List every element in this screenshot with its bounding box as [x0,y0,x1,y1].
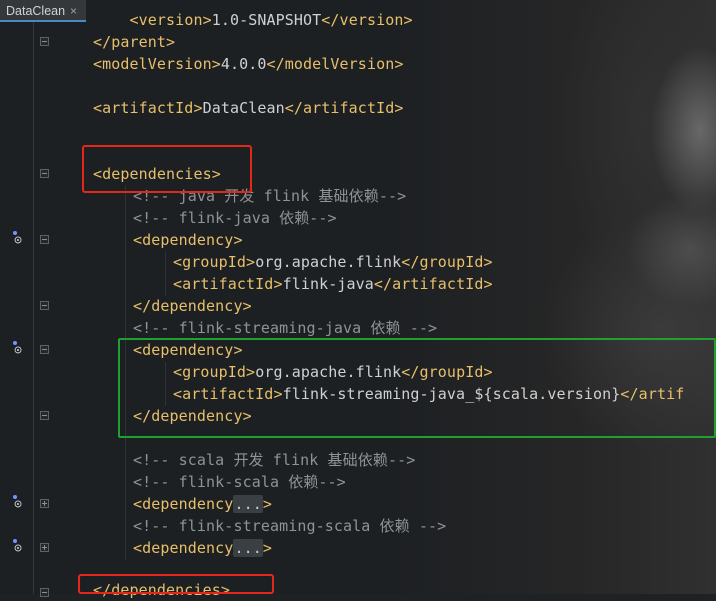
fold-marker-icon[interactable] [40,235,49,244]
code-comment: <!-- scala 开发 flink 基础依赖--> [133,451,416,469]
code-line-dependency-close: </dependency> [133,297,252,315]
code-comment: <!-- flink-streaming-scala 依赖 --> [133,517,447,535]
code-line-dependency-folded[interactable]: <dependency...> [133,537,272,559]
editor-tab-bar: DataClean × [0,0,716,22]
code-comment: <!-- flink-streaming-java 依赖 --> [133,319,438,337]
editor-background-image [0,0,716,594]
file-tab-dataclean[interactable]: DataClean × [0,0,86,22]
code-line-group-id: <groupId>org.apache.flink</groupId> [173,253,493,271]
code-line-artifact-id: <artifactId>flink-java</artifactId> [173,275,493,293]
code-comment: <!-- flink-scala 依赖--> [133,473,346,491]
fold-expand-icon[interactable] [40,499,49,508]
line-number-fragment [0,58,4,70]
highlight-box-dependencies-close [78,574,274,594]
fold-marker-icon[interactable] [40,37,49,46]
code-line-artifact-id: <artifactId>DataClean</artifactId> [93,99,404,117]
maven-dependency-icon[interactable]: ⊙ [11,231,25,248]
folded-region[interactable]: ... [233,539,263,557]
code-line-model-version: <modelVersion>4.0.0</modelVersion> [93,55,404,73]
close-icon[interactable]: × [70,0,77,22]
highlight-box-dependencies-open [82,145,252,193]
code-line-parent-close: </parent> [93,33,176,51]
maven-dependency-icon[interactable]: ⊙ [11,539,25,556]
fold-marker-icon[interactable] [40,301,49,310]
editor-gutter: ⊙ ⊙ ⊙ ⊙ [0,22,60,597]
code-comment: <!-- flink-java 依赖--> [133,209,337,227]
maven-dependency-icon[interactable]: ⊙ [11,341,25,358]
fold-marker-icon[interactable] [40,169,49,178]
fold-expand-icon[interactable] [40,543,49,552]
folded-region[interactable]: ... [233,495,263,513]
code-line-dependency-folded[interactable]: <dependency...> [133,493,272,515]
fold-marker-icon[interactable] [40,588,49,597]
maven-dependency-icon[interactable]: ⊙ [11,495,25,512]
fold-marker-icon[interactable] [40,345,49,354]
file-tab-label: DataClean [6,4,66,18]
highlight-box-streaming-dependency [118,338,716,438]
fold-marker-icon[interactable] [40,411,49,420]
code-line-dependency-open: <dependency> [133,231,243,249]
